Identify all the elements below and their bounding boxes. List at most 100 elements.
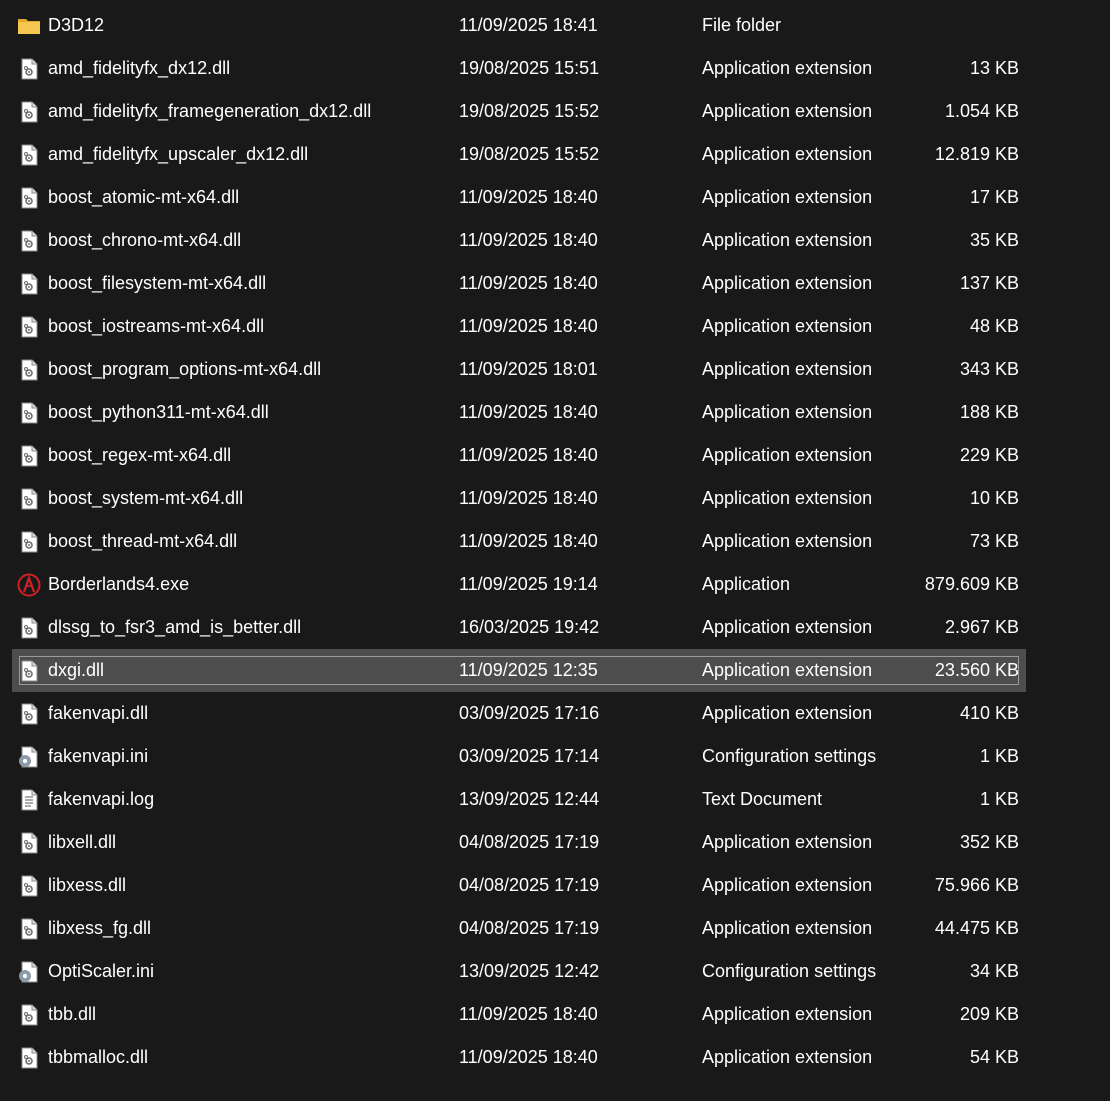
file-date-modified: 19/08/2025 15:52 <box>459 101 600 121</box>
file-type: Application extension <box>702 187 873 207</box>
file-size: 17 KB <box>969 187 1019 207</box>
file-date-modified: 04/08/2025 17:19 <box>459 875 600 895</box>
dll-file-icon <box>17 831 41 855</box>
dll-file-icon <box>17 616 41 640</box>
file-row[interactable]: boost_python311-mt-x64.dll 11/09/2025 18:… <box>12 391 1026 434</box>
file-size: 137 KB <box>959 273 1019 293</box>
file-type: Application extension <box>702 918 873 938</box>
file-row[interactable]: Borderlands4.exe 11/09/2025 19:14 Applicat… <box>12 563 1026 606</box>
file-date-modified: 11/09/2025 12:35 <box>459 660 598 680</box>
file-row[interactable]: libxess_fg.dll 04/08/2025 17:19 Applicatio… <box>12 907 1026 950</box>
file-row[interactable]: boost_thread-mt-x64.dll 11/09/2025 18:40 A… <box>12 520 1026 563</box>
file-type: Application extension <box>702 316 873 336</box>
file-row[interactable]: OptiScaler.ini 13/09/2025 12:42 Configurat… <box>12 950 1026 993</box>
file-row[interactable]: amd_fidelityfx_dx12.dll 19/08/2025 15:51 A… <box>12 47 1026 90</box>
file-row[interactable]: dlssg_to_fsr3_amd_is_better.dll 16/03/202… <box>12 606 1026 649</box>
file-name: libxell.dll <box>48 832 117 852</box>
file-name: boost_thread-mt-x64.dll <box>48 531 238 551</box>
file-list: D3D12 11/09/2025 18:41 File folder amd_fide… <box>12 4 1026 1079</box>
dll-file-icon <box>17 358 41 382</box>
file-row[interactable]: D3D12 11/09/2025 18:41 File folder <box>12 4 1026 47</box>
file-size: 209 KB <box>959 1004 1019 1024</box>
file-row[interactable]: fakenvapi.ini 03/09/2025 17:14 Configurati… <box>12 735 1026 778</box>
file-size: 34 KB <box>969 961 1019 981</box>
file-row[interactable]: boost_program_options-mt-x64.dll 11/09/20… <box>12 348 1026 391</box>
borderlands-app-icon <box>17 573 41 597</box>
file-size: 48 KB <box>969 316 1019 336</box>
file-row[interactable]: libxell.dll 04/08/2025 17:19 Application e… <box>12 821 1026 864</box>
file-date-modified: 11/09/2025 18:40 <box>459 445 598 465</box>
file-type: Configuration settings <box>702 746 877 766</box>
file-row[interactable]: boost_system-mt-x64.dll 11/09/2025 18:40 A… <box>12 477 1026 520</box>
file-size: 54 KB <box>969 1047 1019 1067</box>
file-name: boost_atomic-mt-x64.dll <box>48 187 240 207</box>
dll-file-icon <box>17 659 41 683</box>
file-row[interactable]: fakenvapi.dll 03/09/2025 17:16 Application… <box>12 692 1026 735</box>
dll-file-icon <box>17 401 41 425</box>
file-row[interactable]: tbbmalloc.dll 11/09/2025 18:40 Application… <box>12 1036 1026 1079</box>
file-name: dxgi.dll <box>48 660 105 680</box>
file-name: amd_fidelityfx_framegeneration_dx12.dll <box>48 101 372 121</box>
config-file-icon <box>17 960 41 984</box>
file-size: 879.609 KB <box>924 574 1019 594</box>
file-type: Application extension <box>702 101 873 121</box>
file-size: 44.475 KB <box>934 918 1019 938</box>
file-name: Borderlands4.exe <box>48 574 190 594</box>
file-name: boost_iostreams-mt-x64.dll <box>48 316 265 336</box>
file-date-modified: 19/08/2025 15:52 <box>459 144 600 164</box>
file-date-modified: 11/09/2025 18:01 <box>459 359 598 379</box>
file-date-modified: 11/09/2025 18:40 <box>459 488 598 508</box>
file-row[interactable]: boost_chrono-mt-x64.dll 11/09/2025 18:40 A… <box>12 219 1026 262</box>
file-name: libxess.dll <box>48 875 127 895</box>
file-size: 12.819 KB <box>934 144 1019 164</box>
file-type: Application extension <box>702 402 873 422</box>
dll-file-icon <box>17 1003 41 1027</box>
file-date-modified: 11/09/2025 18:40 <box>459 273 598 293</box>
file-type: Application extension <box>702 832 873 852</box>
file-size: 188 KB <box>959 402 1019 422</box>
file-name: dlssg_to_fsr3_amd_is_better.dll <box>48 617 302 637</box>
dll-file-icon <box>17 530 41 554</box>
file-type: Application extension <box>702 660 873 680</box>
file-row[interactable]: boost_regex-mt-x64.dll 11/09/2025 18:40 Ap… <box>12 434 1026 477</box>
file-type: Application extension <box>702 445 873 465</box>
dll-file-icon <box>17 874 41 898</box>
file-row[interactable]: dxgi.dll 11/09/2025 12:35 Application exte… <box>12 649 1026 692</box>
file-name: boost_regex-mt-x64.dll <box>48 445 232 465</box>
file-row[interactable]: libxess.dll 04/08/2025 17:19 Application e… <box>12 864 1026 907</box>
file-type: Application extension <box>702 1004 873 1024</box>
dll-file-icon <box>17 444 41 468</box>
dll-file-icon <box>17 1046 41 1070</box>
file-size: 1.054 KB <box>944 101 1019 121</box>
file-size: 352 KB <box>959 832 1019 852</box>
file-name: boost_system-mt-x64.dll <box>48 488 244 508</box>
file-row[interactable]: boost_atomic-mt-x64.dll 11/09/2025 18:40 A… <box>12 176 1026 219</box>
file-size: 10 KB <box>969 488 1019 508</box>
file-type: Application extension <box>702 875 873 895</box>
file-row[interactable]: amd_fidelityfx_upscaler_dx12.dll 19/08/20… <box>12 133 1026 176</box>
file-date-modified: 03/09/2025 17:14 <box>459 746 600 766</box>
text-file-icon <box>17 788 41 812</box>
file-type: Configuration settings <box>702 961 877 981</box>
file-name: fakenvapi.dll <box>48 703 149 723</box>
file-type: File folder <box>702 15 782 35</box>
file-name: D3D12 <box>48 15 105 35</box>
file-name: OptiScaler.ini <box>48 961 155 981</box>
file-name: amd_fidelityfx_upscaler_dx12.dll <box>48 144 309 164</box>
file-row[interactable]: fakenvapi.log 13/09/2025 12:44 Text Docume… <box>12 778 1026 821</box>
file-row[interactable]: tbb.dll 11/09/2025 18:40 Application exten… <box>12 993 1026 1036</box>
file-date-modified: 13/09/2025 12:42 <box>459 961 600 981</box>
file-type: Application extension <box>702 488 873 508</box>
file-name: boost_filesystem-mt-x64.dll <box>48 273 267 293</box>
file-size: 343 KB <box>959 359 1019 379</box>
file-name: tbb.dll <box>48 1004 97 1024</box>
dll-file-icon <box>17 315 41 339</box>
file-date-modified: 19/08/2025 15:51 <box>459 58 600 78</box>
dll-file-icon <box>17 917 41 941</box>
file-date-modified: 04/08/2025 17:19 <box>459 832 600 852</box>
file-date-modified: 11/09/2025 18:40 <box>459 1004 598 1024</box>
file-row[interactable]: boost_iostreams-mt-x64.dll 11/09/2025 18:… <box>12 305 1026 348</box>
file-row[interactable]: amd_fidelityfx_framegeneration_dx12.dll 1… <box>12 90 1026 133</box>
file-row[interactable]: boost_filesystem-mt-x64.dll 11/09/2025 18… <box>12 262 1026 305</box>
folder-icon <box>17 14 41 38</box>
